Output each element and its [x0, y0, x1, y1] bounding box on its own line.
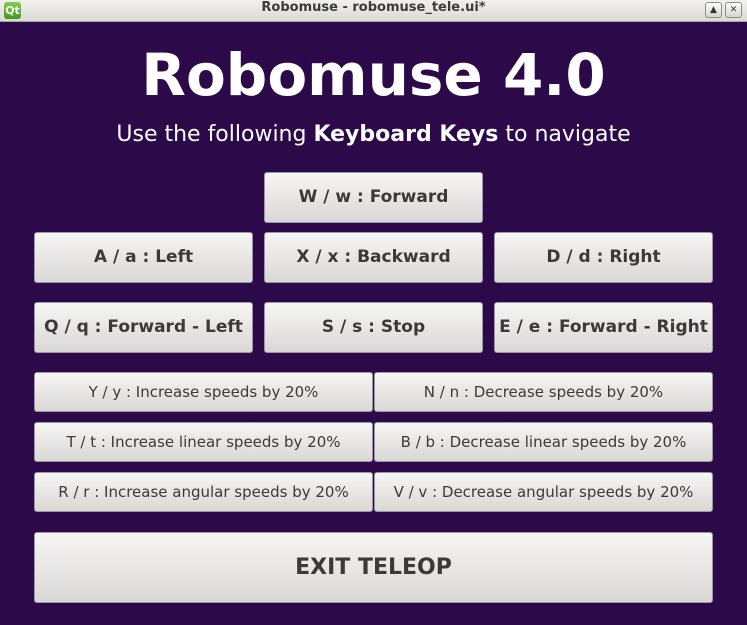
- left-button[interactable]: A / a : Left: [34, 232, 253, 283]
- instructions-prefix: Use the following: [116, 122, 314, 147]
- forward-right-button[interactable]: E / e : Forward - Right: [494, 302, 713, 353]
- maximize-button[interactable]: ▲: [705, 2, 722, 18]
- instructions-highlight: Keyboard Keys: [313, 122, 499, 147]
- window-title: Robomuse - robomuse_tele.ui*: [261, 0, 486, 15]
- close-button[interactable]: ✕: [725, 2, 742, 18]
- decrease-speed-button[interactable]: N / n : Decrease speeds by 20%: [374, 372, 713, 412]
- decrease-angular-speed-button[interactable]: V / v : Decrease angular speeds by 20%: [374, 472, 713, 512]
- instructions-text: Use the following Keyboard Keys to navig…: [4, 120, 743, 150]
- forward-left-button[interactable]: Q / q : Forward - Left: [34, 302, 253, 353]
- stop-button[interactable]: S / s : Stop: [264, 302, 483, 353]
- increase-angular-speed-button[interactable]: R / r : Increase angular speeds by 20%: [34, 472, 373, 512]
- instructions-suffix: to navigate: [498, 122, 631, 147]
- right-button[interactable]: D / d : Right: [494, 232, 713, 283]
- app-window: Qt Robomuse - robomuse_tele.ui* ▲ ✕ Robo…: [0, 0, 747, 625]
- backward-button[interactable]: X / x : Backward: [264, 232, 483, 283]
- increase-linear-speed-button[interactable]: T / t : Increase linear speeds by 20%: [34, 422, 373, 462]
- main-panel: Robomuse 4.0 Use the following Keyboard …: [4, 23, 743, 622]
- forward-button[interactable]: W / w : Forward: [264, 172, 483, 223]
- title-bar: Qt Robomuse - robomuse_tele.ui* ▲ ✕: [0, 0, 747, 22]
- increase-speed-button[interactable]: Y / y : Increase speeds by 20%: [34, 372, 373, 412]
- exit-teleop-button[interactable]: EXIT TELEOP: [34, 532, 713, 603]
- decrease-linear-speed-button[interactable]: B / b : Decrease linear speeds by 20%: [374, 422, 713, 462]
- page-title: Robomuse 4.0: [141, 41, 606, 109]
